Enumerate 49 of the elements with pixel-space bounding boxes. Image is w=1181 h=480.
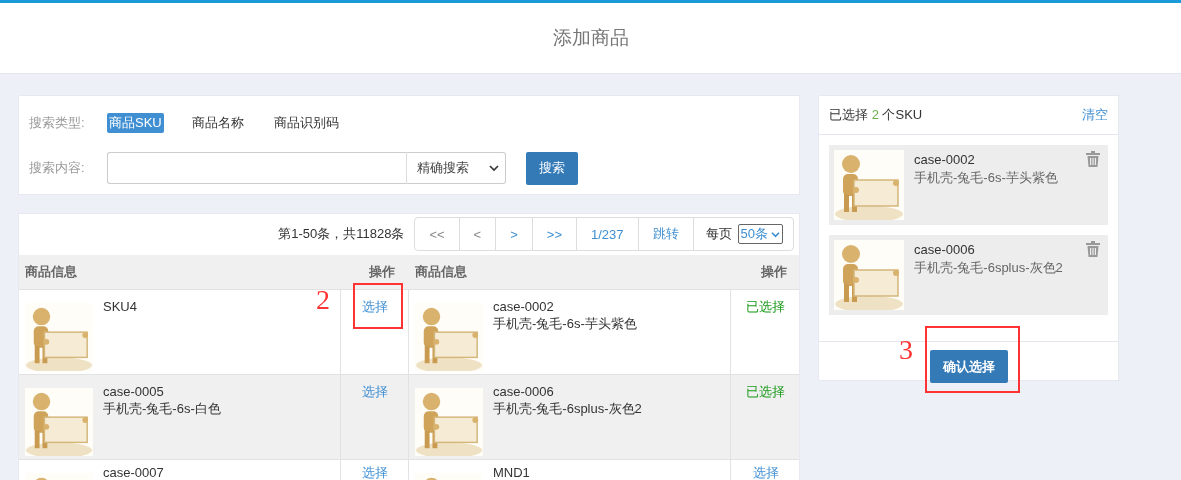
product-name: 手机壳-兔毛-6splus-灰色2	[914, 259, 1063, 277]
trash-icon[interactable]	[1086, 241, 1100, 257]
product-code: case-0005	[103, 384, 165, 399]
product-code: case-0002	[914, 152, 976, 167]
per-page-select[interactable]: 50条	[737, 224, 783, 244]
column-header: 商品信息	[409, 255, 731, 289]
column-header: 操作	[731, 255, 799, 289]
select-link[interactable]: 选择	[361, 299, 388, 314]
select-link[interactable]: 选择	[361, 384, 388, 399]
product-code: MND1	[493, 465, 530, 480]
search-content-label: 搜索内容:	[29, 159, 86, 177]
product-code: case-0007	[103, 465, 164, 480]
annotation-box	[353, 283, 403, 329]
product-code: case-0006	[914, 242, 976, 257]
confirm-button[interactable]: 确认选择	[929, 350, 1008, 383]
selected-status: 已选择	[746, 299, 785, 314]
column-header: 商品信息	[19, 255, 341, 289]
chevron-down-icon	[771, 230, 780, 238]
product-code: case-0002	[493, 299, 555, 314]
selection-count: 已选择 2 个SKU	[829, 106, 923, 124]
product-name: 手机壳-兔毛-6s-白色	[103, 401, 221, 416]
search-type-tab[interactable]: 商品识别码	[271, 113, 341, 133]
pager-button[interactable]: >>	[532, 218, 577, 250]
clear-link[interactable]: 清空	[1082, 106, 1108, 124]
annotation-number: 3	[899, 336, 913, 364]
search-button[interactable]: 搜索	[526, 151, 578, 185]
select-link[interactable]: 选择	[361, 465, 388, 480]
product-name: 手机壳-兔毛-6s-芋头紫色	[493, 316, 637, 331]
search-field[interactable]	[107, 152, 407, 184]
product-code: SKU4	[103, 299, 137, 314]
pager-button[interactable]: >	[496, 218, 533, 250]
trash-icon[interactable]	[1086, 151, 1100, 167]
product-code: case-0006	[493, 384, 555, 399]
search-type-tab[interactable]: 商品名称	[189, 113, 246, 133]
product-name: 手机壳-兔毛-6splus-灰色2	[493, 401, 642, 416]
column-header: 操作	[341, 255, 409, 289]
per-page-label: 每页	[705, 225, 732, 243]
select-link[interactable]: 选择	[752, 465, 779, 480]
record-summary: 第1-50条，共11828条	[278, 225, 405, 243]
annotation-number: 2	[316, 286, 330, 314]
product-name: 手机壳-兔毛-6s-芋头紫色	[914, 169, 1058, 187]
selected-status: 已选择	[746, 384, 785, 399]
chevron-down-icon	[489, 164, 499, 172]
pager-button[interactable]: 1/237	[577, 218, 639, 250]
search-type-label: 搜索类型:	[29, 114, 86, 132]
page-title: 添加商品	[552, 26, 629, 50]
search-type-tab[interactable]: 商品SKU	[107, 113, 164, 133]
search-mode-select[interactable]: 精确搜索	[407, 152, 506, 184]
pager-button[interactable]: 跳转	[638, 218, 694, 250]
